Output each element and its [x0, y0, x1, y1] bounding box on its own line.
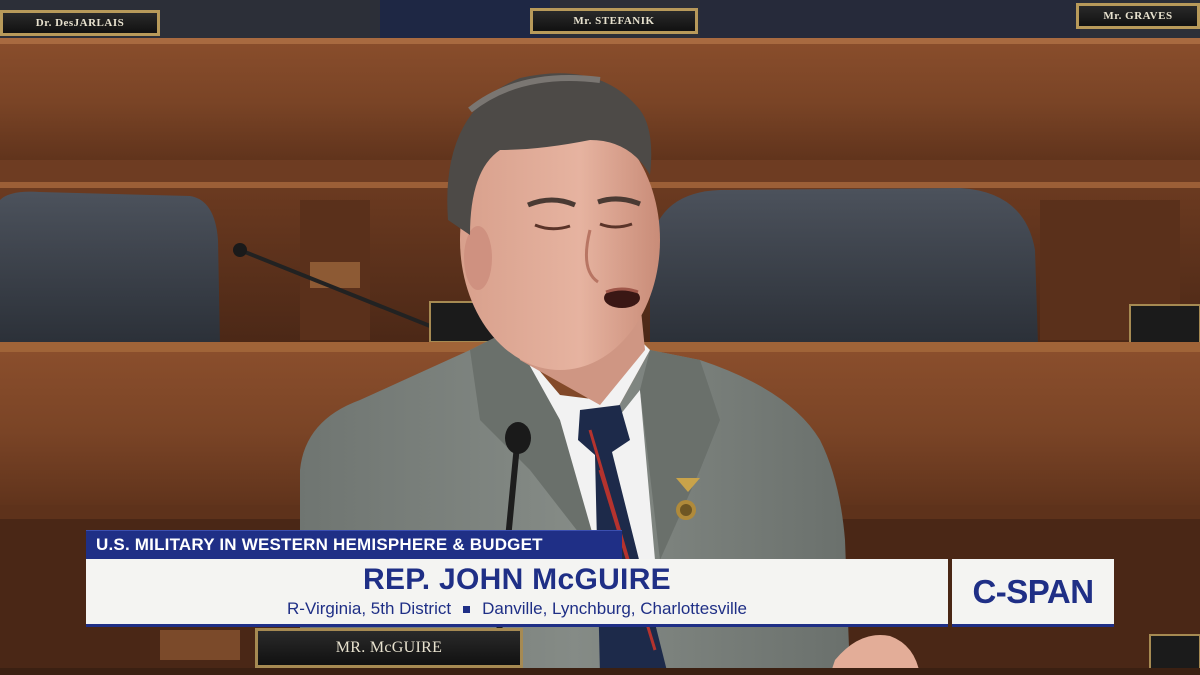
network-logo-text: C-SPAN [972, 572, 1094, 610]
name-panel: REP. JOHN McGUIRE R-Virginia, 5th Distri… [86, 559, 948, 627]
localities: Danville, Lynchburg, Charlottesville [482, 599, 747, 618]
cspan-logo: C-SPAN [952, 559, 1114, 627]
speaker-name: REP. JOHN McGUIRE [363, 563, 671, 596]
nameplate-desjarlais: Dr. DesJARLAIS [0, 10, 160, 36]
topic-bar: U.S. MILITARY IN WESTERN HEMISPHERE & BU… [86, 530, 622, 559]
nameplate-stefanik: Mr. STEFANIK [530, 8, 698, 34]
party-district: R-Virginia, 5th District [287, 599, 452, 618]
nameplate-graves: Mr. GRAVES [1076, 3, 1200, 29]
speaker-details: R-Virginia, 5th District Danville, Lynch… [86, 599, 948, 619]
topic-text: U.S. MILITARY IN WESTERN HEMISPHERE & BU… [96, 535, 543, 554]
nameplate-mcguire: MR. McGUIRE [255, 628, 523, 668]
separator-square-icon [463, 605, 471, 613]
